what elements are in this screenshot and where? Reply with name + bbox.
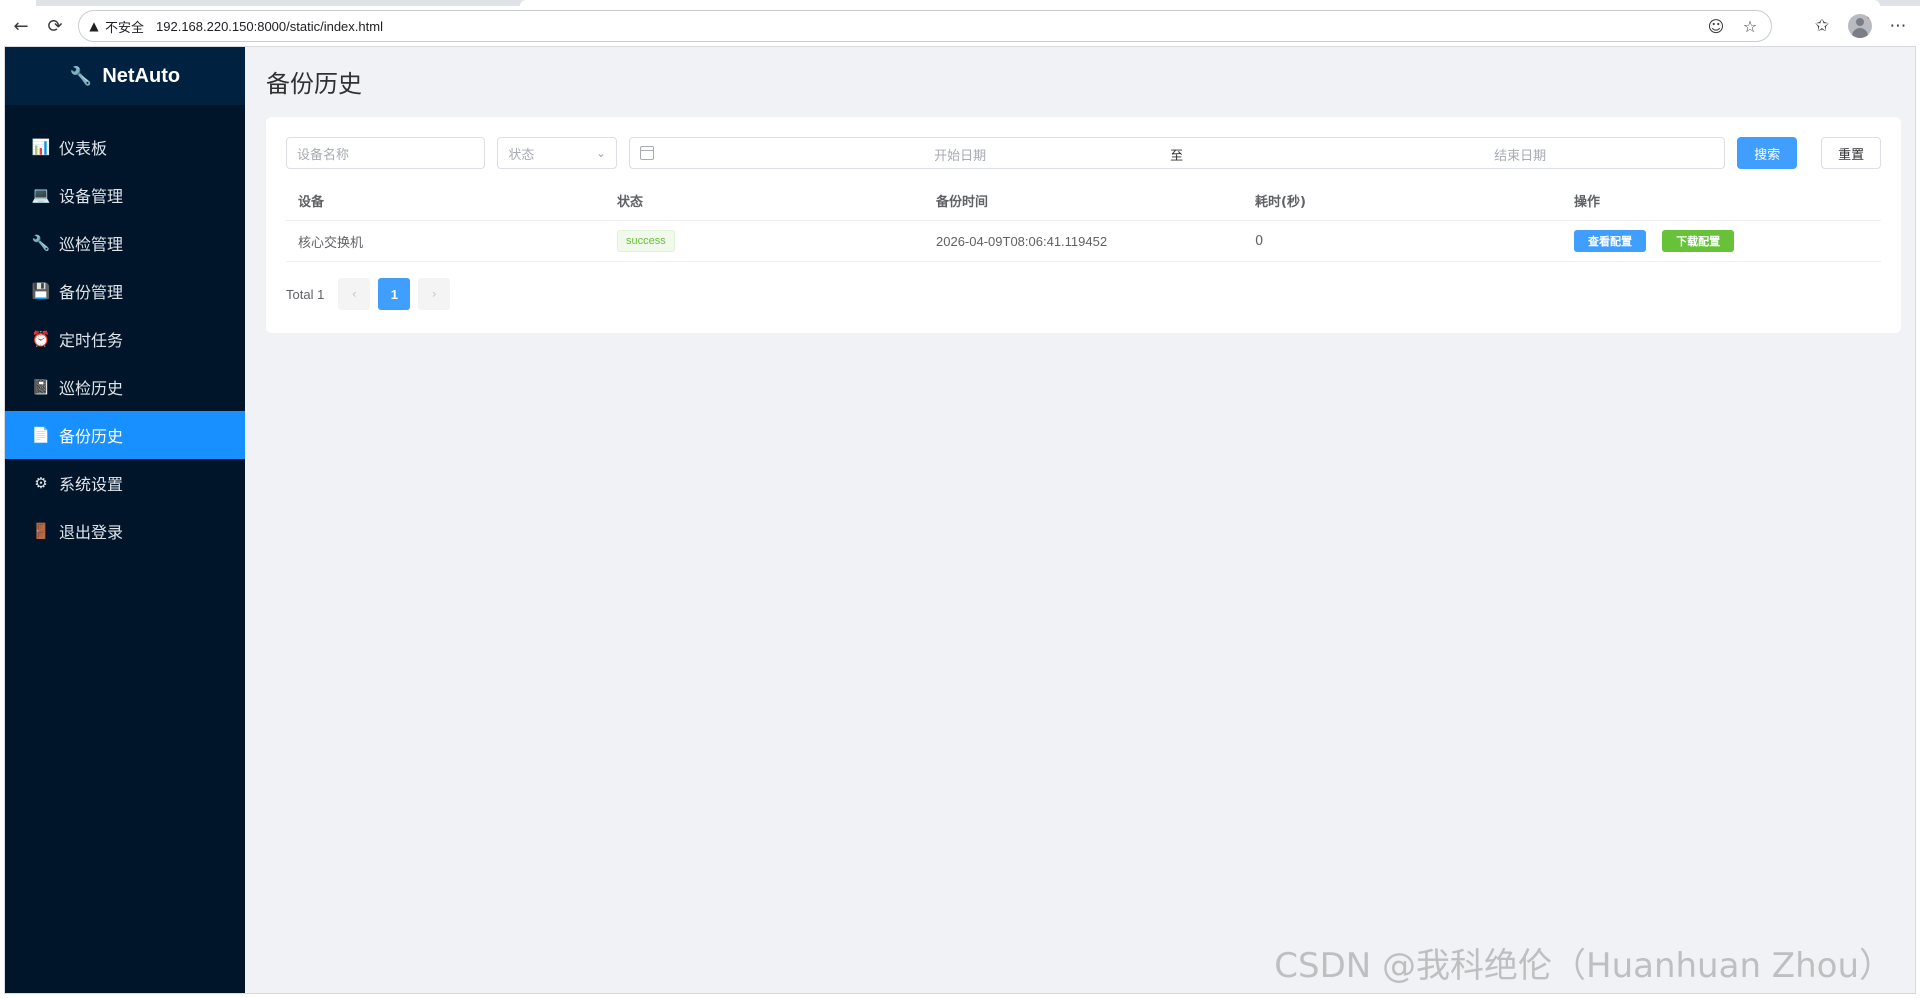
backup-time-cell: 2026-04-09T08:06:41.119452 [936,233,1108,249]
notebook-icon: 📓 [31,378,51,396]
sidebar-item-label: 巡检历史 [59,379,124,398]
backup-history-table: 设备 状态 备份时间 耗时(秒) 操作 核心交换机 success 2026-0… [286,181,1881,262]
column-header-duration: 耗时(秒) [1255,195,1306,210]
status-select[interactable]: 状态 ⌄ [497,137,618,169]
column-header-device: 设备 [298,195,325,210]
sidebar-item-label: 仪表板 [59,139,108,158]
backup-history-card: 设备名称 状态 ⌄ 开始日期 至 结束日期 搜索 重置 设备 状态 备份时间 耗… [266,117,1901,333]
warning-triangle-icon[interactable]: ▲ [87,19,101,33]
sidebar-item-label: 备份历史 [59,427,124,446]
sidebar: 🔧 NetAuto 📊 仪表板 💻 设备管理 🔧 巡检管理 💾 备份管理 ⏰ 定… [5,47,245,993]
reading-mode-icon[interactable]: ☺ [1705,15,1727,37]
total-count: Total 1 [286,286,325,302]
door-icon: 🚪 [31,522,51,540]
star-icon[interactable]: ☆ [1739,15,1761,37]
app-frame: 🔧 NetAuto 📊 仪表板 💻 设备管理 🔧 巡检管理 💾 备份管理 ⏰ 定… [4,46,1916,994]
sidebar-item-label: 退出登录 [59,523,124,542]
calendar-icon [640,146,655,160]
pagination: Total 1 ‹ 1 › [286,278,1881,310]
column-header-status: 状态 [617,195,644,210]
reset-button[interactable]: 重置 [1821,137,1882,169]
view-config-button[interactable]: 查看配置 [1574,230,1646,252]
alarm-clock-icon: ⏰ [31,330,51,348]
browser-toolbar: ← ⟳ ▲ 不安全 192.168.220.150:8000/static/in… [0,6,1920,46]
end-date-input[interactable]: 结束日期 [1390,145,1650,164]
sidebar-item-scheduled-tasks[interactable]: ⏰ 定时任务 [5,315,245,363]
status-cell: success [605,230,924,252]
column-header-actions: 操作 [1574,195,1601,210]
sidebar-item-label: 定时任务 [59,331,124,350]
device-cell: 核心交换机 [298,235,364,251]
date-range-picker[interactable]: 开始日期 至 结束日期 [629,137,1726,169]
column-header-backup-time: 备份时间 [936,195,989,210]
date-range-separator: 至 [1170,149,1184,164]
dashboard-icon: 📊 [31,138,51,156]
sidebar-item-settings[interactable]: ⚙ 系统设置 [5,459,245,507]
insecure-label[interactable]: 不安全 [105,17,144,36]
prev-page-chevron-left-icon[interactable]: ‹ [338,278,371,310]
brand-logo: 🔧 NetAuto [5,47,245,105]
page-title: 备份历史 [266,70,362,98]
start-date-input[interactable]: 开始日期 [830,145,1090,164]
address-bar-icons: ☺ ☆ [1705,11,1761,41]
download-config-button[interactable]: 下载配置 [1662,230,1735,252]
sidebar-item-label: 备份管理 [59,283,124,302]
notification-dot-icon [1867,14,1872,19]
watermark: CSDN @我科绝伦（Huanhuan Zhou） [1274,946,1893,986]
document-icon: 📄 [31,426,51,444]
address-bar[interactable]: ▲ 不安全 192.168.220.150:8000/static/index.… [78,10,1772,42]
page-number-button[interactable]: 1 [378,278,411,310]
avatar[interactable] [1848,14,1872,38]
filter-bar: 设备名称 状态 ⌄ 开始日期 至 结束日期 搜索 重置 [286,137,1882,169]
wrench-icon: 🔧 [31,234,51,252]
duration-cell: 0 [1255,233,1264,249]
favorites-icon[interactable]: ✩ [1810,14,1834,38]
status-badge: success [617,230,675,252]
back-arrow-icon[interactable]: ← [4,9,38,43]
sidebar-item-label: 巡检管理 [59,235,124,254]
sidebar-item-label: 设备管理 [59,187,124,206]
wrench-icon: 🔧 [69,65,93,86]
sidebar-item-backup-history[interactable]: 📄 备份历史 [5,411,245,459]
table-header: 设备 状态 备份时间 耗时(秒) 操作 [286,181,1881,221]
actions-cell: 查看配置 下载配置 [1562,230,1881,252]
sidebar-item-logout[interactable]: 🚪 退出登录 [5,507,245,555]
search-button[interactable]: 搜索 [1737,137,1798,169]
chevron-down-icon: ⌄ [596,146,607,160]
monitor-icon: 💻 [31,186,51,204]
sidebar-item-inspection-history[interactable]: 📓 巡检历史 [5,363,245,411]
gear-icon: ⚙ [34,474,48,492]
sidebar-item-backup[interactable]: 💾 备份管理 [5,267,245,315]
sidebar-item-inspection[interactable]: 🔧 巡检管理 [5,219,245,267]
sidebar-item-label: 系统设置 [59,475,124,494]
sidebar-menu: 📊 仪表板 💻 设备管理 🔧 巡检管理 💾 备份管理 ⏰ 定时任务 📓 巡检历史… [5,123,245,555]
table-row: 核心交换机 success 2026-04-09T08:06:41.119452… [286,221,1881,262]
device-name-input[interactable]: 设备名称 [286,137,486,169]
main-content: 备份历史 设备名称 状态 ⌄ 开始日期 至 结束日期 搜索 重置 设备 状态 备… [245,47,1915,993]
floppy-disk-icon: 💾 [31,282,51,300]
sidebar-item-dashboard[interactable]: 📊 仪表板 [5,123,245,171]
brand-name: NetAuto [102,64,181,87]
device-name-placeholder: 设备名称 [297,147,350,163]
next-page-chevron-right-icon[interactable]: › [418,278,451,310]
status-placeholder: 状态 [508,147,535,163]
toolbar-right: ✩ ⋯ [1810,6,1920,46]
reload-icon[interactable]: ⟳ [38,9,72,43]
url-text[interactable]: 192.168.220.150:8000/static/index.html [156,19,383,34]
more-menu-icon[interactable]: ⋯ [1886,14,1910,38]
sidebar-item-devices[interactable]: 💻 设备管理 [5,171,245,219]
